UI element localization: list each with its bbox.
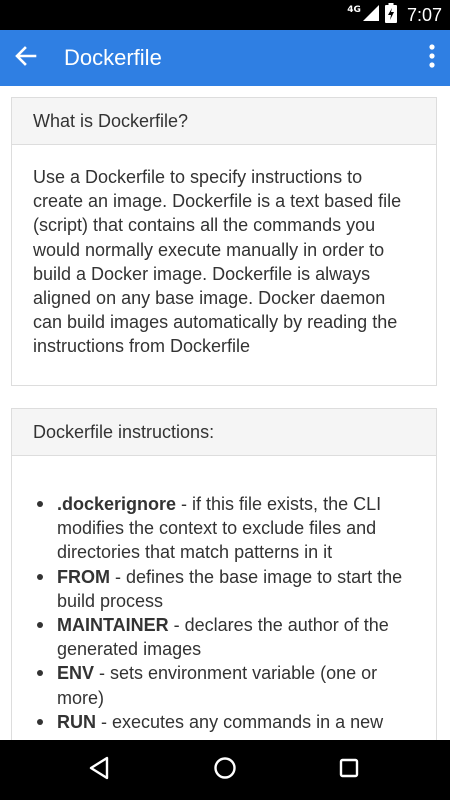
overflow-menu-button[interactable] [420,38,444,78]
list-item: RUN - executes any commands in a new [37,710,416,734]
content-scroll-area[interactable]: What is Dockerfile? Use a Dockerfile to … [0,86,450,740]
list-item: MAINTAINER - declares the author of the … [37,613,416,661]
instruction-name: RUN [57,711,96,732]
home-circle-icon [213,756,237,784]
instruction-description: - sets environment variable (one or more… [57,663,378,708]
card-what-is-dockerfile: What is Dockerfile? Use a Dockerfile to … [11,97,437,386]
instruction-name: FROM [57,566,110,587]
arrow-back-icon [15,45,37,71]
instruction-name: .dockerignore [57,494,177,514]
instruction-description: - executes any commands in a new [96,711,384,732]
status-icons: 4G 7:07 [347,0,442,30]
nav-back-button[interactable] [79,750,119,790]
battery-charging-icon [384,3,397,27]
more-vert-icon [429,44,435,72]
card-body: Use a Dockerfile to specify instructions… [12,145,436,385]
instruction-list: .dockerignore - if this file exists, the… [33,492,416,734]
card-title: Dockerfile instructions: [12,409,436,456]
card-title: What is Dockerfile? [12,98,436,145]
app-bar: Dockerfile [0,30,450,86]
list-item: FROM - defines the base image to start t… [37,565,416,613]
back-button[interactable] [6,38,46,78]
nav-recents-button[interactable] [329,750,369,790]
card-dockerfile-instructions: Dockerfile instructions: .dockerignore -… [11,408,437,740]
nav-home-button[interactable] [205,750,245,790]
status-bar: 4G 7:07 [0,0,450,30]
signal-icon [362,5,379,25]
navigation-bar [0,740,450,800]
recents-square-icon [339,758,359,782]
list-item: .dockerignore - if this file exists, the… [37,492,416,565]
back-triangle-icon [88,756,110,784]
instruction-name: MAINTAINER [57,615,169,636]
app-title: Dockerfile [64,45,162,70]
instruction-name: ENV [57,663,95,684]
card-body: .dockerignore - if this file exists, the… [12,456,436,740]
list-item: ENV - sets environment variable (one or … [37,661,416,709]
description-text: Use a Dockerfile to specify instructions… [33,167,402,357]
clock: 7:07 [406,4,442,25]
network-type-label: 4G [347,4,361,15]
